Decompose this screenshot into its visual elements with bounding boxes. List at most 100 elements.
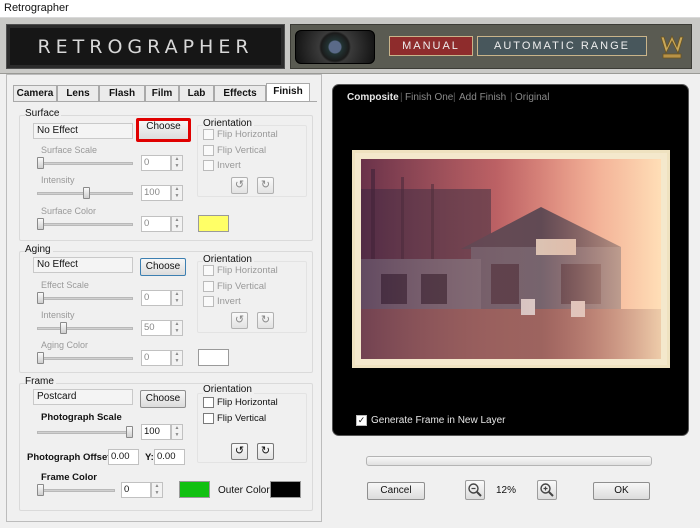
frame-color-slider[interactable]: [37, 489, 115, 492]
tab-finish[interactable]: Finish: [266, 83, 310, 101]
aging-color-slider[interactable]: [37, 357, 133, 360]
spin-up-icon[interactable]: ▲: [172, 186, 182, 193]
preview-tab-composite[interactable]: Composite: [347, 92, 399, 103]
spin-down-icon[interactable]: ▼: [172, 163, 182, 170]
surface-invert-checkbox[interactable]: [203, 160, 214, 171]
mode-selector: MANUAL AUTOMATIC RANGE: [290, 24, 692, 69]
spin-down-icon[interactable]: ▼: [172, 328, 182, 335]
zoom-in-button[interactable]: [537, 480, 557, 500]
surface-scale-stepper[interactable]: ▲ ▼: [171, 155, 183, 171]
tab-camera[interactable]: Camera: [13, 85, 57, 101]
aging-intensity-stepper[interactable]: ▲ ▼: [171, 320, 183, 336]
surface-scale-slider[interactable]: [37, 162, 133, 165]
aging-choose-button[interactable]: Choose: [140, 258, 186, 276]
frame-flip-horizontal-checkbox[interactable]: [203, 397, 214, 408]
aging-color-thumb[interactable]: [37, 352, 44, 364]
aging-scale-thumb[interactable]: [37, 292, 44, 304]
surface-intensity-input[interactable]: 100: [141, 185, 171, 201]
generate-frame-checkbox[interactable]: ✓: [356, 415, 367, 426]
surface-intensity-label: Intensity: [41, 175, 75, 185]
frame-scale-stepper[interactable]: ▲ ▼: [171, 424, 183, 440]
rotate-left-icon[interactable]: ↺: [231, 177, 248, 194]
aging-color-stepper[interactable]: ▲ ▼: [171, 350, 183, 366]
spin-down-icon[interactable]: ▼: [172, 298, 182, 305]
aging-color-swatch[interactable]: [198, 349, 229, 366]
frame-flip-horizontal-label: Flip Horizontal: [217, 397, 278, 408]
preview-tab-finish-one[interactable]: Finish One: [405, 92, 453, 103]
aging-scale-stepper[interactable]: ▲ ▼: [171, 290, 183, 306]
frame-choose-button[interactable]: Choose: [140, 390, 186, 408]
spin-down-icon[interactable]: ▼: [172, 358, 182, 365]
surface-color-slider[interactable]: [37, 223, 133, 226]
rotate-right-icon[interactable]: ↻: [257, 312, 274, 329]
rotate-left-icon[interactable]: ↺: [231, 443, 248, 460]
surface-flip-vertical-checkbox[interactable]: [203, 145, 214, 156]
frame-scale-thumb[interactable]: [126, 426, 133, 438]
spin-up-icon[interactable]: ▲: [172, 291, 182, 298]
spin-up-icon[interactable]: ▲: [172, 351, 182, 358]
surface-color-swatch[interactable]: [198, 215, 229, 232]
spin-down-icon[interactable]: ▼: [172, 224, 182, 231]
aging-scale-input[interactable]: 0: [141, 290, 171, 306]
surface-scale-input[interactable]: 0: [141, 155, 171, 171]
surface-intensity-thumb[interactable]: [83, 187, 90, 199]
surface-scale-label: Surface Scale: [41, 145, 98, 155]
frame-effect-field: Postcard: [33, 389, 133, 405]
spin-up-icon[interactable]: ▲: [172, 321, 182, 328]
aging-intensity-input[interactable]: 50: [141, 320, 171, 336]
spin-down-icon[interactable]: ▼: [172, 193, 182, 200]
frame-offset-y-label: Y:: [145, 452, 154, 463]
surface-color-thumb[interactable]: [37, 218, 44, 230]
aging-scale-slider[interactable]: [37, 297, 133, 300]
aging-invert-checkbox[interactable]: [203, 296, 214, 307]
manual-mode-button[interactable]: MANUAL: [389, 36, 473, 56]
tab-lens[interactable]: Lens: [57, 85, 99, 101]
spin-down-icon[interactable]: ▼: [152, 490, 162, 497]
spin-up-icon[interactable]: ▲: [152, 483, 162, 490]
outer-color-label: Outer Color:: [218, 485, 273, 496]
frame-scale-slider[interactable]: [37, 431, 133, 434]
spin-down-icon[interactable]: ▼: [172, 432, 182, 439]
cancel-button[interactable]: Cancel: [367, 482, 425, 500]
surface-color-input[interactable]: 0: [141, 216, 171, 232]
surface-choose-button[interactable]: Choose: [136, 118, 191, 142]
frame-color-input[interactable]: 0: [121, 482, 151, 498]
spin-up-icon[interactable]: ▲: [172, 425, 182, 432]
preview-tab-add-finish[interactable]: Add Finish: [459, 92, 506, 103]
surface-effect-field: No Effect: [33, 123, 133, 139]
spin-up-icon[interactable]: ▲: [172, 217, 182, 224]
surface-scale-thumb[interactable]: [37, 157, 44, 169]
aging-flip-vertical-checkbox[interactable]: [203, 281, 214, 292]
preview-tab-original[interactable]: Original: [515, 92, 549, 103]
surface-invert-label: Invert: [217, 160, 241, 171]
tab-flash[interactable]: Flash: [99, 85, 145, 101]
preview-image-frame: [352, 150, 670, 368]
frame-scale-input[interactable]: 100: [141, 424, 171, 440]
aging-color-input[interactable]: 0: [141, 350, 171, 366]
aging-intensity-thumb[interactable]: [60, 322, 67, 334]
aging-intensity-slider[interactable]: [37, 327, 133, 330]
surface-flip-horizontal-checkbox[interactable]: [203, 129, 214, 140]
frame-offset-x-input[interactable]: 0.00: [108, 449, 139, 465]
aging-flip-horizontal-checkbox[interactable]: [203, 265, 214, 276]
frame-color-swatch[interactable]: [179, 481, 210, 498]
surface-intensity-stepper[interactable]: ▲ ▼: [171, 185, 183, 201]
rotate-left-icon[interactable]: ↺: [231, 312, 248, 329]
rotate-right-icon[interactable]: ↻: [257, 177, 274, 194]
frame-color-stepper[interactable]: ▲ ▼: [151, 482, 163, 498]
zoom-out-button[interactable]: [465, 480, 485, 500]
frame-color-thumb[interactable]: [37, 484, 44, 496]
automatic-range-button[interactable]: AUTOMATIC RANGE: [477, 36, 647, 56]
rotate-right-icon[interactable]: ↻: [257, 443, 274, 460]
tab-film[interactable]: Film: [145, 85, 179, 101]
spin-up-icon[interactable]: ▲: [172, 156, 182, 163]
surface-color-label: Surface Color: [41, 206, 97, 216]
outer-color-swatch[interactable]: [270, 481, 301, 498]
frame-flip-vertical-checkbox[interactable]: [203, 413, 214, 424]
frame-offset-y-input[interactable]: 0.00: [154, 449, 185, 465]
tab-lab[interactable]: Lab: [179, 85, 214, 101]
surface-color-stepper[interactable]: ▲ ▼: [171, 216, 183, 232]
ok-button[interactable]: OK: [593, 482, 650, 500]
tab-effects[interactable]: Effects: [214, 85, 266, 101]
surface-flip-horizontal-label: Flip Horizontal: [217, 129, 278, 140]
